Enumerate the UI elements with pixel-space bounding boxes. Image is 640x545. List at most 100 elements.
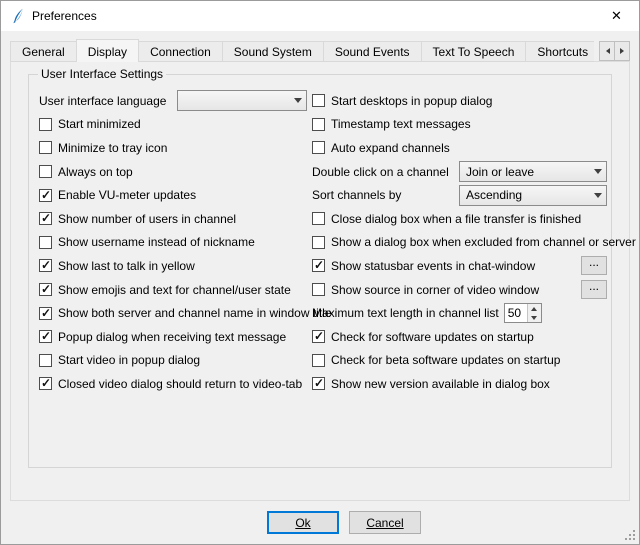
checkbox-row-last-to-talk[interactable]: Show last to talk in yellow (39, 254, 307, 278)
checkbox[interactable] (39, 377, 52, 390)
checkbox-row-statusbar-events[interactable]: Show statusbar events in chat-window ... (312, 254, 607, 278)
checkbox-row-window-title[interactable]: Show both server and channel name in win… (39, 301, 307, 325)
spinner-buttons (527, 304, 541, 322)
titlebar[interactable]: Preferences ✕ (1, 1, 639, 31)
checkbox-row-excluded-dialog[interactable]: Show a dialog box when excluded from cha… (312, 231, 607, 255)
video-source-more-button[interactable]: ... (581, 280, 607, 299)
checkbox-label: Show emojis and text for channel/user st… (58, 283, 291, 297)
checkbox[interactable] (312, 354, 325, 367)
user-interface-settings-group: User Interface Settings User interface l… (28, 74, 612, 468)
checkbox[interactable] (39, 189, 52, 202)
max-text-length-row: Maximum text length in channel list 50 (312, 301, 607, 325)
checkbox[interactable] (39, 118, 52, 131)
tab-connection[interactable]: Connection (138, 41, 223, 62)
tab-shortcuts[interactable]: Shortcuts (525, 41, 594, 62)
checkbox-row-video-popup[interactable]: Start video in popup dialog (39, 349, 307, 373)
checkbox[interactable] (312, 330, 325, 343)
language-combobox[interactable] (177, 90, 307, 111)
tab-sound-events[interactable]: Sound Events (323, 41, 422, 62)
checkbox-label: Start minimized (58, 117, 141, 131)
checkbox-row-new-version-dialog[interactable]: Show new version available in dialog box (312, 372, 607, 396)
double-click-combobox[interactable]: Join or leave (459, 161, 607, 182)
checkbox[interactable] (39, 259, 52, 272)
checkbox[interactable] (312, 236, 325, 249)
close-button[interactable]: ✕ (594, 1, 639, 31)
checkbox[interactable] (312, 283, 325, 296)
checkbox-row-video-source-corner[interactable]: Show source in corner of video window ..… (312, 278, 607, 302)
checkbox[interactable] (39, 354, 52, 367)
checkbox-row-timestamp[interactable]: Timestamp text messages (312, 113, 607, 137)
checkbox[interactable] (39, 330, 52, 343)
checkbox[interactable] (312, 259, 325, 272)
tab-label: General (22, 45, 65, 59)
resize-grip[interactable] (624, 529, 636, 541)
checkbox-row-check-beta-updates[interactable]: Check for beta software updates on start… (312, 349, 607, 373)
tab-sound-system[interactable]: Sound System (222, 41, 324, 62)
checkbox-row-start-minimized[interactable]: Start minimized (39, 113, 307, 137)
ok-button[interactable]: Ok (267, 511, 339, 534)
tab-label: Connection (150, 45, 211, 59)
checkbox-row-always-on-top[interactable]: Always on top (39, 160, 307, 184)
tab-display[interactable]: Display (76, 39, 139, 62)
tab-scroll-right-icon[interactable] (614, 41, 630, 61)
sort-channels-combobox[interactable]: Ascending (459, 185, 607, 206)
chevron-down-icon (589, 186, 606, 205)
checkbox-label: Check for software updates on startup (331, 330, 534, 344)
left-column: User interface language Start minimized … (39, 89, 307, 396)
double-click-row: Double click on a channel Join or leave (312, 160, 607, 184)
checkbox-label: Always on top (58, 165, 133, 179)
checkbox[interactable] (312, 94, 325, 107)
checkbox-row-video-return-tab[interactable]: Closed video dialog should return to vid… (39, 372, 307, 396)
preferences-dialog: Preferences ✕ General Display Connection… (0, 0, 640, 545)
checkbox[interactable] (312, 212, 325, 225)
checkbox[interactable] (39, 165, 52, 178)
tab-text-to-speech[interactable]: Text To Speech (421, 41, 527, 62)
checkbox-label: Start video in popup dialog (58, 353, 200, 367)
cancel-button[interactable]: Cancel (349, 511, 421, 534)
checkbox-row-popup-text-message[interactable]: Popup dialog when receiving text message (39, 325, 307, 349)
checkbox-label: Show source in corner of video window (331, 283, 539, 297)
checkbox-label: Show number of users in channel (58, 212, 236, 226)
combobox-value: Join or leave (466, 165, 534, 179)
checkbox-row-desktops-popup[interactable]: Start desktops in popup dialog (312, 89, 607, 113)
checkbox[interactable] (39, 236, 52, 249)
checkbox-label: Timestamp text messages (331, 117, 471, 131)
tab-pane: User Interface Settings User interface l… (10, 61, 630, 501)
app-icon (10, 8, 26, 24)
spinner-value: 50 (505, 304, 527, 322)
checkbox-label: Enable VU-meter updates (58, 188, 196, 202)
checkbox-row-show-username[interactable]: Show username instead of nickname (39, 231, 307, 255)
checkbox[interactable] (39, 212, 52, 225)
checkbox[interactable] (312, 141, 325, 154)
checkbox-label: Check for beta software updates on start… (331, 353, 560, 367)
checkbox-label: Show both server and channel name in win… (58, 306, 332, 320)
statusbar-more-button[interactable]: ... (581, 256, 607, 275)
checkbox-label: Show statusbar events in chat-window (331, 259, 535, 273)
tab-label: Sound System (234, 45, 312, 59)
checkbox[interactable] (39, 307, 52, 320)
checkbox[interactable] (312, 118, 325, 131)
checkbox[interactable] (39, 283, 52, 296)
spin-down-icon[interactable] (528, 313, 541, 322)
checkbox-label: Auto expand channels (331, 141, 450, 155)
cancel-button-label: Cancel (366, 516, 403, 530)
checkbox-row-minimize-to-tray[interactable]: Minimize to tray icon (39, 136, 307, 160)
spin-up-icon[interactable] (528, 304, 541, 313)
checkbox-row-show-user-count[interactable]: Show number of users in channel (39, 207, 307, 231)
checkbox-label: Start desktops in popup dialog (331, 94, 492, 108)
checkbox-row-emojis[interactable]: Show emojis and text for channel/user st… (39, 278, 307, 302)
checkbox-row-check-updates[interactable]: Check for software updates on startup (312, 325, 607, 349)
tab-scroll-left-icon[interactable] (599, 41, 615, 61)
checkbox[interactable] (39, 141, 52, 154)
combobox-value: Ascending (466, 188, 522, 202)
tab-label: Display (88, 45, 127, 59)
tab-bar: General Display Connection Sound System … (10, 40, 630, 62)
double-click-label: Double click on a channel (312, 165, 449, 179)
sort-channels-row: Sort channels by Ascending (312, 183, 607, 207)
checkbox[interactable] (312, 377, 325, 390)
checkbox-row-file-transfer-close[interactable]: Close dialog box when a file transfer is… (312, 207, 607, 231)
checkbox-row-vu-meter[interactable]: Enable VU-meter updates (39, 183, 307, 207)
tab-general[interactable]: General (10, 41, 77, 62)
max-text-length-spinner[interactable]: 50 (504, 303, 542, 323)
checkbox-row-auto-expand[interactable]: Auto expand channels (312, 136, 607, 160)
